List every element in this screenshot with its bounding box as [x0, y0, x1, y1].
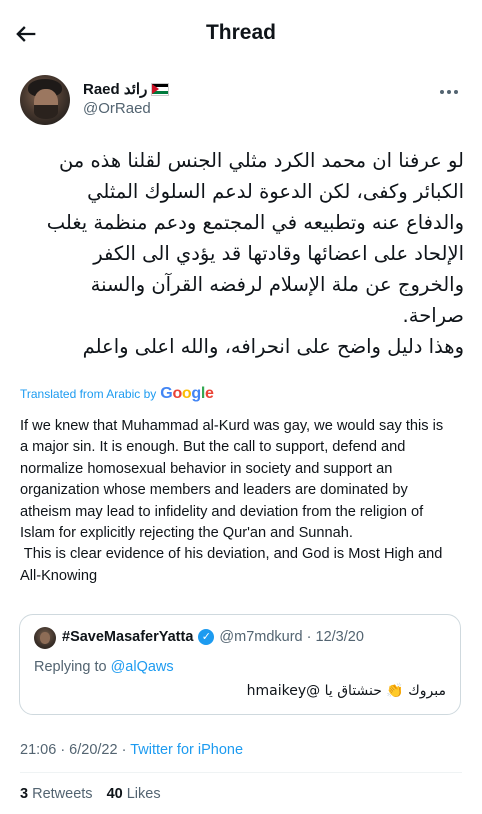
quoted-header: #SaveMasaferYatta ✓ @m7mdkurd · 12/3/20	[62, 629, 364, 645]
google-logo: Google	[160, 385, 214, 402]
page-title: Thread	[205, 21, 276, 44]
tweet-timestamp: 21:06 · 6/20/22 · Twitter for iPhone	[20, 742, 243, 758]
translation-line: normalize homosexual behavior in society…	[20, 460, 393, 477]
likes-stat[interactable]: 40 Likes	[107, 786, 161, 802]
translated-by-link[interactable]: Translated from Arabic by Google	[20, 385, 214, 403]
tweet-line: صراحة.	[402, 304, 464, 327]
divider	[20, 772, 462, 773]
tweet-line: والخروج عن ملة الإسلام لرفضه القرآن والس…	[90, 273, 464, 296]
likes-label: Likes	[126, 786, 161, 802]
quoted-tweet-card[interactable]: #SaveMasaferYatta ✓ @m7mdkurd · 12/3/20 …	[19, 614, 461, 715]
translation-line: atheism may lead to infidelity and devia…	[20, 503, 424, 520]
verified-badge-icon: ✓	[198, 629, 215, 645]
tweet-line: والدفاع عنه وتطبيعه في المجتمع ودعم منظم…	[46, 211, 464, 234]
palestine-flag-icon	[151, 82, 170, 96]
quoted-text: مبروك 👏 حنشتاق يا @hmaikey	[246, 683, 446, 699]
translation-line: All-Knowing	[20, 567, 98, 584]
more-horizontal-icon[interactable]	[436, 84, 462, 100]
quoted-avatar[interactable]	[34, 627, 56, 649]
author-avatar[interactable]	[20, 75, 70, 125]
retweets-stat[interactable]: 3 Retweets	[20, 786, 93, 802]
author-name[interactable]: Raed رائد	[83, 80, 147, 98]
replying-prefix: Replying to	[34, 659, 107, 675]
author-handle[interactable]: @OrRaed	[83, 100, 151, 117]
tweet-text-translation: If we knew that Muhammad al-Kurd was gay…	[20, 416, 465, 587]
tweet-line: وهذا دليل واضح على انحرافه، والله اعلى و…	[82, 335, 464, 358]
tweet-text-arabic: لو عرفنا ان محمد الكرد مثلي الجنس لقلنا …	[20, 145, 464, 362]
likes-count: 40	[106, 786, 123, 802]
quoted-handle-date: @m7mdkurd · 12/3/20	[219, 629, 364, 645]
translation-line: a major sin. It is enough. But the call …	[20, 439, 406, 456]
top-bar: Thread	[0, 0, 482, 66]
author-name-row[interactable]: Raed رائد	[83, 80, 170, 98]
translation-line: organization whose members and leaders a…	[20, 482, 408, 499]
quoted-name[interactable]: #SaveMasaferYatta	[62, 629, 193, 645]
translation-line: This is clear evidence of his deviation,…	[20, 546, 443, 563]
retweets-label: Retweets	[32, 786, 93, 802]
tweet-source-link[interactable]: Twitter for iPhone	[130, 742, 243, 758]
retweets-count: 3	[20, 786, 29, 802]
replying-handle-link[interactable]: @alQaws	[111, 659, 174, 675]
tweet-line: الإلحاد على اعضائها وقادتها قد يؤدي الى …	[93, 242, 464, 265]
tweet-time-date[interactable]: 21:06 · 6/20/22 ·	[20, 742, 130, 758]
replying-to: Replying to @alQaws	[34, 659, 174, 675]
translated-label: Translated from Arabic by	[20, 387, 157, 401]
tweet-line: لو عرفنا ان محمد الكرد مثلي الجنس لقلنا …	[58, 149, 464, 172]
translation-line: If we knew that Muhammad al-Kurd was gay…	[20, 418, 444, 434]
tweet-stats: 3 Retweets 40 Likes	[20, 786, 161, 802]
translation-line: Islam for explicitly rejecting the Qur'a…	[20, 525, 353, 542]
tweet-line: الكبائر وكفى، لكن الدعوة لدعم السلوك الم…	[87, 180, 464, 203]
